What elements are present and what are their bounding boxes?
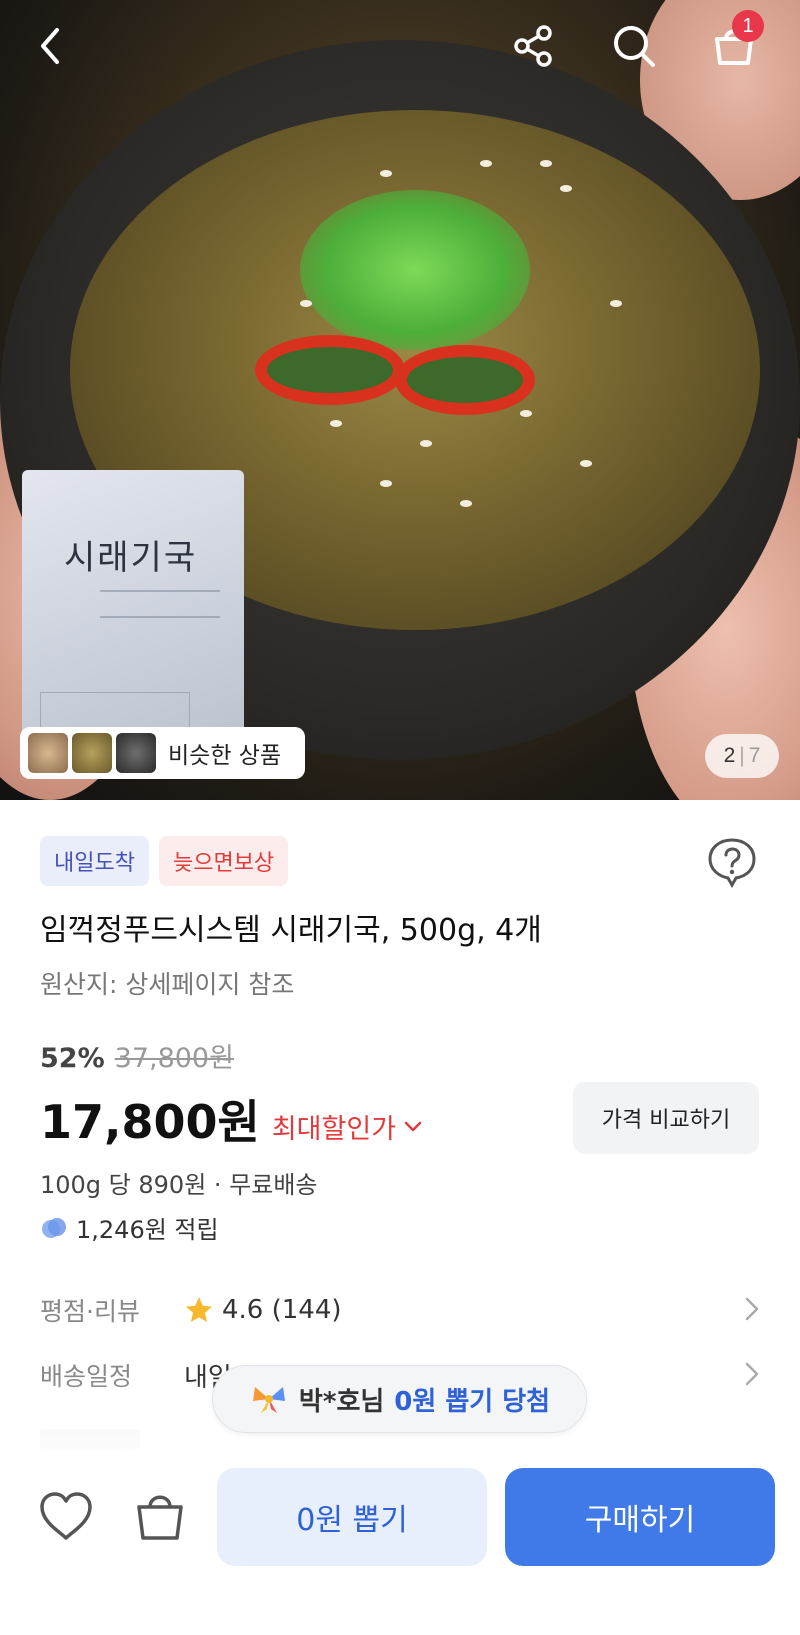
cart-button[interactable]: 1 [708,10,764,72]
price-row: 17,800원 최대할인가 [40,1086,422,1152]
sesame-seed [610,300,622,307]
badge-late-compensation: 늦으면보상 [158,836,289,886]
sale-price: 17,800원 [40,1095,260,1149]
pepper-garnish [255,335,405,405]
pepper-garnish [395,345,535,415]
product-origin: 원산지: 상세페이지 참조 [40,970,295,999]
similar-products-label: 비슷한 상품 [168,743,282,769]
cart-count-badge: 1 [732,10,764,42]
cart-icon [137,1495,183,1540]
zero-won-draw-button[interactable]: 0원 뽑기 [217,1468,487,1566]
product-package-image: 시래기국 [22,470,244,770]
similar-product-thumbnail [72,733,112,773]
reward-points-label: 1,246원 적립 [76,1216,219,1244]
max-discount-label: 최대할인가 [271,1114,397,1145]
search-icon [614,26,655,67]
winner-message: 0원 뽑기 당첨 [394,1386,551,1417]
search-button[interactable] [608,20,660,72]
badge-tomorrow-delivery: 내일도착 [40,836,149,886]
sesame-seed [300,300,312,307]
delivery-badges: 내일도착 늦으면보상 [40,836,289,886]
similar-product-thumbnail [28,733,68,773]
add-to-cart-button[interactable] [132,1488,188,1546]
chevron-left-icon [41,28,59,64]
rating-review-row[interactable]: 평점·리뷰 4.6 (144) [40,1290,760,1330]
chevron-right-icon [745,1297,759,1321]
winner-notification-toast: 박*호님 0원 뽑기 당첨 [212,1365,587,1433]
sesame-seed [480,160,492,167]
share-button[interactable] [508,20,560,72]
back-button[interactable] [24,20,76,72]
unit-price-shipping: 100g 당 890원 · 무료배송 [40,1171,318,1199]
question-bubble-icon [708,838,756,889]
wishlist-button[interactable] [38,1490,94,1546]
counter-divider: | [739,744,745,767]
image-counter: 2 | 7 [705,734,779,778]
similar-products-button[interactable]: 비슷한 상품 [20,727,305,779]
sesame-seed [540,160,552,167]
star-icon [186,1297,212,1322]
sesame-seed [560,185,572,192]
rating-value: 4.6 (144) [222,1295,342,1325]
rating-value-group: 4.6 (144) [184,1295,342,1325]
package-title: 시래기국 [64,538,198,578]
heart-icon [40,1492,92,1540]
discount-row: 52% 37,800원 [40,1036,234,1075]
green-onion-garnish [300,190,530,350]
image-index: 2 [723,744,736,767]
sesame-seed [420,440,432,447]
product-image-carousel[interactable]: 시래기국 1 비슷한 상품 2 | 7 [0,0,800,800]
buy-button[interactable]: 구매하기 [505,1468,775,1566]
sesame-seed [520,410,532,417]
bottom-action-bar: 0원 뽑기 구매하기 [0,1450,800,1635]
sesame-seed [380,480,392,487]
ribbon-confetti-icon [252,1387,285,1413]
share-icon [514,25,552,67]
chevron-down-icon [404,1121,422,1131]
package-text-lines [100,590,220,618]
sesame-seed [330,420,342,427]
original-price: 37,800원 [114,1043,234,1074]
sesame-seed [460,500,472,507]
sesame-seed [580,460,592,467]
max-discount-dropdown[interactable]: 최대할인가 [272,1107,422,1146]
coin-icon [42,1217,66,1238]
winner-name: 박*호님 [298,1386,385,1417]
discount-rate: 52% [40,1043,105,1074]
similar-product-thumbnail [116,733,156,773]
sesame-seed [380,170,392,177]
rating-label: 평점·리뷰 [40,1297,140,1326]
image-total: 7 [748,744,761,767]
price-compare-button[interactable]: 가격 비교하기 [573,1082,759,1154]
product-title: 임꺽정푸드시스템 시래기국, 500g, 4개 [40,913,542,948]
help-button[interactable] [706,836,758,889]
reward-points: 1,246원 적립 [40,1210,219,1245]
